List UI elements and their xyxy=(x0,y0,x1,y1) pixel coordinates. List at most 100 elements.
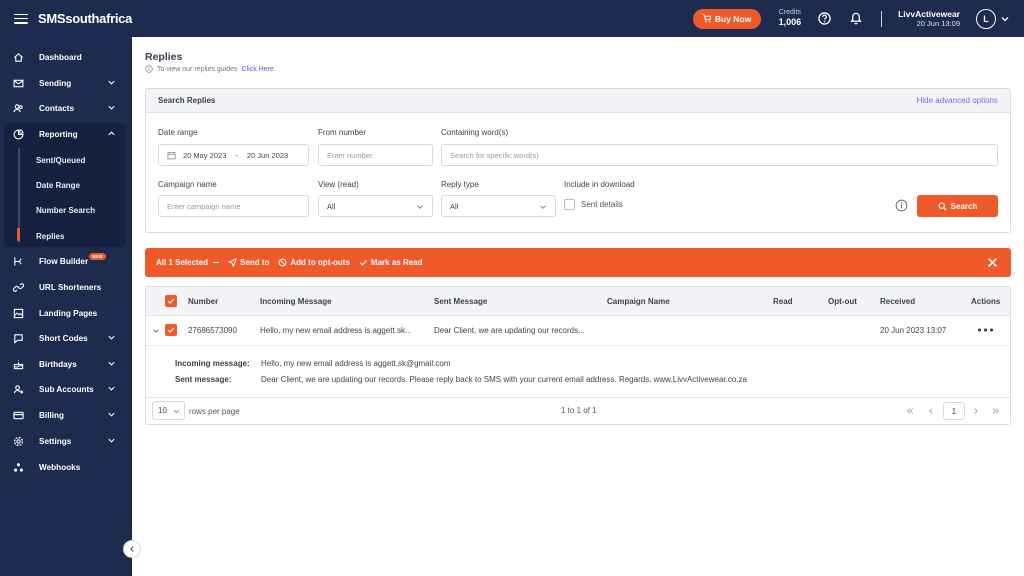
sidebar-item-settings[interactable]: Settings xyxy=(0,430,132,452)
sidebar-item-landing-pages[interactable]: Landing Pages xyxy=(0,302,132,324)
cell-number: 27686573090 xyxy=(188,326,237,335)
close-icon[interactable] xyxy=(987,257,998,268)
sidebar-item-flow-builder[interactable]: Flow Builder xyxy=(0,250,132,272)
row-checkbox[interactable] xyxy=(165,324,177,336)
current-page[interactable]: 1 xyxy=(943,402,965,420)
sidebar-item-contacts[interactable]: Contacts xyxy=(0,97,132,119)
sidebar-item-short-codes[interactable]: Short Codes xyxy=(0,327,132,349)
hide-advanced-options-link[interactable]: Hide advanced options xyxy=(917,96,998,105)
flow-icon xyxy=(12,255,24,267)
view-read-select[interactable]: All xyxy=(318,195,433,217)
link-icon xyxy=(12,281,24,293)
account-date: 20 Jun 13:09 xyxy=(916,19,960,29)
sidebar-subitem-replies[interactable]: Replies xyxy=(0,225,132,247)
last-page-icon[interactable] xyxy=(992,407,1000,415)
chevron-down-icon[interactable] xyxy=(152,327,160,335)
sent-details-option[interactable]: Sent details xyxy=(564,199,623,210)
selected-count: All 1 Selected xyxy=(156,258,209,267)
sidebar-subitem-sent-queued[interactable]: Sent/Queued xyxy=(0,149,132,171)
sidebar-collapse-button[interactable] xyxy=(123,540,141,558)
chevron-down-icon xyxy=(174,410,179,414)
add-to-opt-outs-action[interactable]: Add to opt-outs xyxy=(278,258,350,267)
info-icon[interactable] xyxy=(895,199,908,212)
date-separator: - xyxy=(235,150,238,160)
bulk-action-bar: All 1 Selected Send to Add to opt-outs M… xyxy=(145,248,1011,277)
sidebar-item-label: Webhooks xyxy=(39,462,81,472)
sidebar-item-webhooks[interactable]: Webhooks xyxy=(0,456,132,478)
calendar-icon xyxy=(167,151,176,159)
table-row[interactable]: 27686573090 Hello, my new email address … xyxy=(146,316,1010,345)
sidebar-item-reporting[interactable]: Reporting xyxy=(0,123,132,145)
credits-label: Credits xyxy=(778,9,801,17)
account-info[interactable]: LivvActivewear 20 Jun 13:09 xyxy=(898,9,960,28)
chevron-down-icon xyxy=(108,361,115,366)
guide-link[interactable]: Click Here. xyxy=(242,66,276,73)
include-download-label: Include in download xyxy=(564,180,635,189)
mark-as-read-label: Mark as Read xyxy=(370,258,423,267)
chevron-down-icon xyxy=(540,205,546,209)
detail-incoming-value: Hello, my new email address is aggett.sk… xyxy=(261,359,451,368)
chevron-down-icon[interactable] xyxy=(1000,14,1010,24)
next-page-icon[interactable] xyxy=(972,407,980,415)
col-incoming-message[interactable]: Incoming Message xyxy=(260,297,332,306)
reply-type-select[interactable]: All xyxy=(441,195,556,217)
col-campaign-name[interactable]: Campaign Name xyxy=(607,297,670,306)
sidebar-item-dashboard[interactable]: Dashboard xyxy=(0,46,132,68)
from-number-input[interactable]: Enter number xyxy=(318,144,433,166)
sidebar-item-label: Sending xyxy=(39,78,72,88)
chevron-down-icon xyxy=(108,335,115,340)
chevron-up-icon xyxy=(108,131,115,136)
date-from: 20 May 2023 xyxy=(183,150,227,160)
home-icon xyxy=(12,51,24,63)
sidebar-subitem-date-range[interactable]: Date Range xyxy=(0,174,132,196)
help-icon[interactable] xyxy=(817,12,831,26)
send-to-action[interactable]: Send to xyxy=(228,258,269,267)
top-bar: SMSsouthafrica Buy Now Credits 1,006 Liv… xyxy=(0,0,1024,37)
contacts-icon xyxy=(12,102,24,114)
containing-words-input[interactable]: Search for specific word(s) xyxy=(441,144,998,166)
from-number-label: From number xyxy=(318,128,367,137)
col-sent-message[interactable]: Sent Message xyxy=(434,297,487,306)
col-read[interactable]: Read xyxy=(773,297,793,306)
envelope-icon xyxy=(12,77,24,89)
sidebar-item-label: Short Codes xyxy=(39,333,88,343)
search-panel-header: Search Replies Hide advanced options xyxy=(146,89,1010,113)
sidebar-item-birthdays[interactable]: Birthdays xyxy=(0,353,132,375)
bell-icon[interactable] xyxy=(849,12,863,26)
first-page-icon[interactable] xyxy=(906,407,914,415)
sidebar-item-sending[interactable]: Sending xyxy=(0,72,132,94)
chevron-down-icon xyxy=(108,80,115,85)
search-button[interactable]: Search xyxy=(917,195,998,217)
sidebar-item-billing[interactable]: Billing xyxy=(0,404,132,426)
select-all-checkbox[interactable] xyxy=(165,295,177,307)
prev-page-icon[interactable] xyxy=(927,407,935,415)
col-received[interactable]: Received xyxy=(880,297,915,306)
credits-display: Credits 1,006 xyxy=(779,9,802,27)
sent-details-checkbox[interactable] xyxy=(564,199,575,210)
chevron-down-icon xyxy=(417,205,423,209)
landing-icon xyxy=(12,307,24,319)
send-icon xyxy=(228,258,237,267)
sidebar-subitem-number-search[interactable]: Number Search xyxy=(0,199,132,221)
col-number[interactable]: Number xyxy=(188,297,218,306)
block-icon xyxy=(278,258,287,267)
rows-per-page-select[interactable]: 10 xyxy=(152,401,185,420)
detail-incoming-label: Incoming message: xyxy=(175,359,250,368)
menu-icon[interactable] xyxy=(14,13,28,24)
date-range-input[interactable]: 20 May 2023 - 20 Jun 2023 xyxy=(158,144,309,166)
more-actions-icon[interactable] xyxy=(977,327,994,333)
mark-as-read-action[interactable]: Mark as Read xyxy=(359,258,423,267)
cell-incoming: Hello, my new email address is aggett.sk… xyxy=(260,326,412,335)
shortcode-icon xyxy=(12,332,24,344)
chevron-left-icon xyxy=(130,546,134,552)
avatar[interactable]: L xyxy=(976,8,996,29)
campaign-name-input[interactable]: Enter campaign name xyxy=(158,195,309,217)
chevron-down-icon xyxy=(108,438,115,443)
app-logo[interactable]: SMSsouthafrica xyxy=(38,11,132,26)
col-opt-out[interactable]: Opt-out xyxy=(828,297,857,306)
sidebar-item-label: Sub Accounts xyxy=(39,384,94,394)
sidebar-item-url-shorteners[interactable]: URL Shorteners xyxy=(0,276,132,298)
sidebar-item-sub-accounts[interactable]: Sub Accounts xyxy=(0,378,132,400)
buy-now-button[interactable]: Buy Now xyxy=(692,8,761,29)
chevron-down-icon xyxy=(108,412,115,417)
